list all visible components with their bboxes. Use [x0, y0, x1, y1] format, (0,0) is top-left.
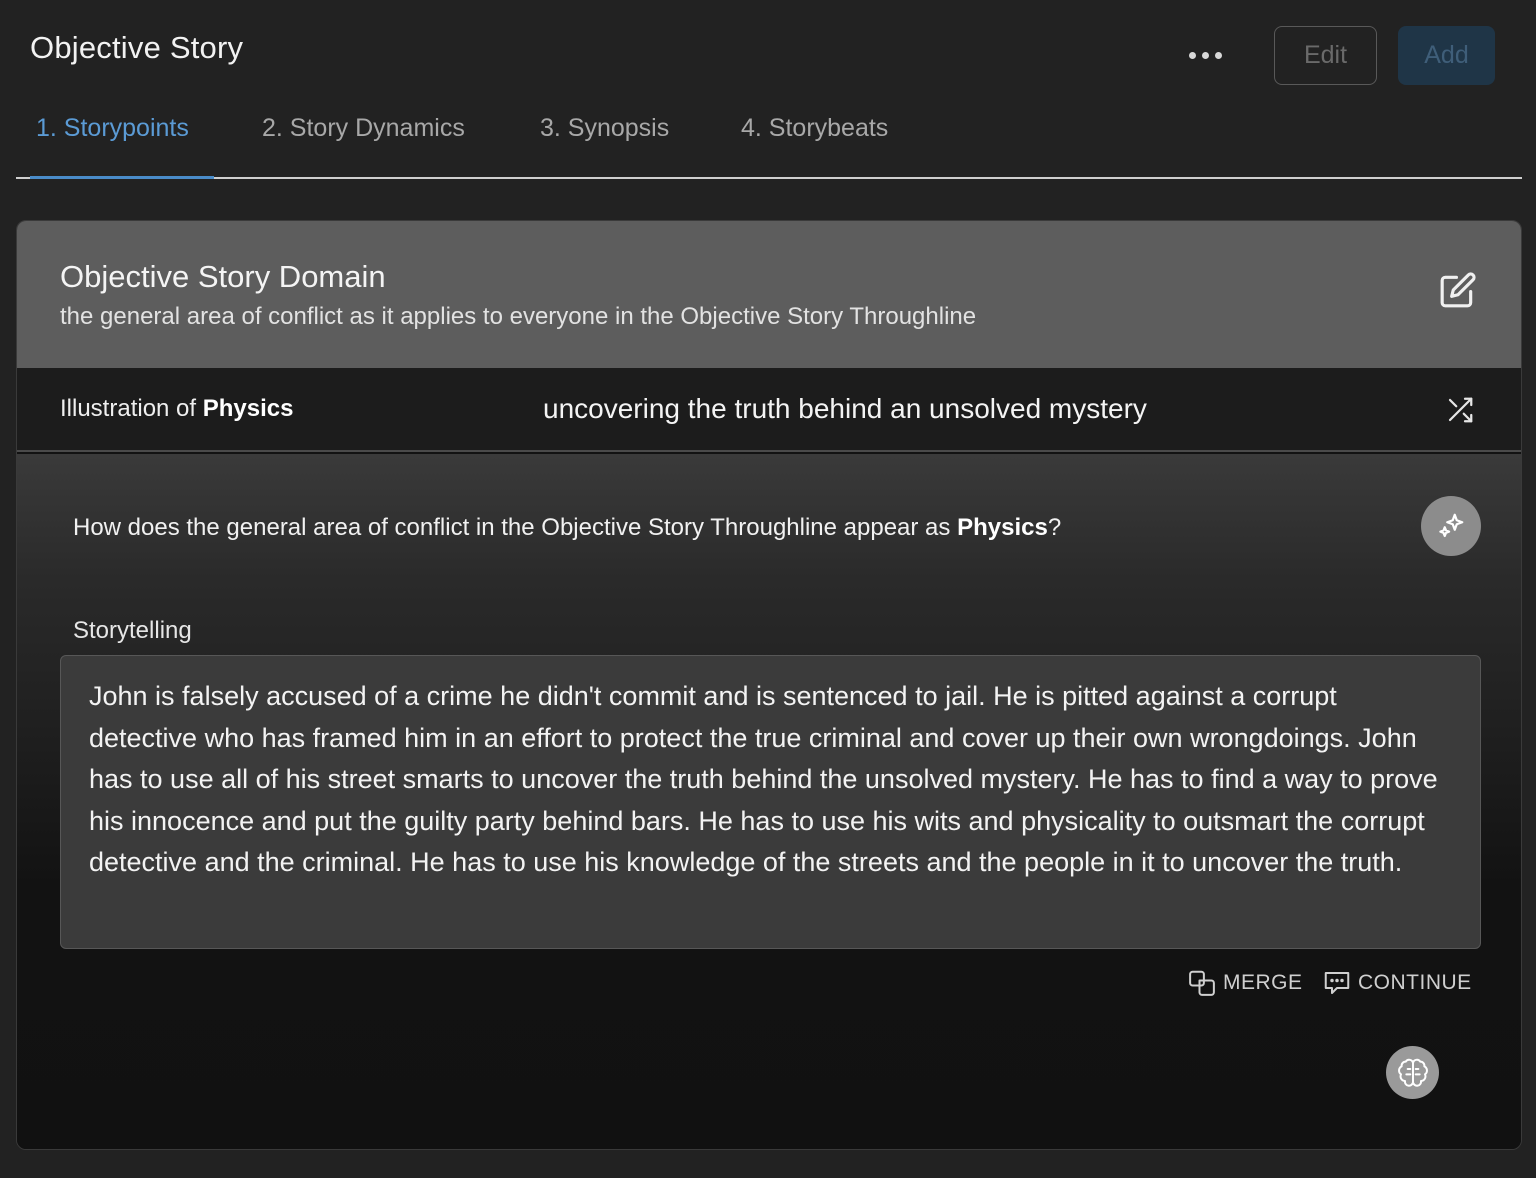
question-term: Physics [957, 514, 1048, 541]
brain-icon [1397, 1058, 1428, 1087]
edit-icon[interactable] [1439, 271, 1477, 309]
tab-synopsis[interactable]: 3. Synopsis [540, 114, 669, 143]
merge-icon [1189, 970, 1215, 996]
question-text: How does the general area of conflict in… [73, 514, 1061, 542]
card-subtitle: the general area of conflict as it appli… [60, 303, 977, 330]
merge-label: MERGE [1223, 971, 1303, 994]
chat-icon [1324, 972, 1350, 994]
more-horizontal-icon [1188, 51, 1196, 59]
storytelling-textarea[interactable]: John is falsely accused of a crime he di… [60, 655, 1481, 949]
tab-storybeats[interactable]: 4. Storybeats [741, 114, 888, 143]
card-header: Objective Story Domain the general area … [17, 221, 1521, 368]
active-tab-indicator [30, 176, 214, 179]
illustration-row: Illustration of Physics uncovering the t… [17, 368, 1521, 452]
more-dot [1214, 51, 1222, 59]
question-prefix: How does the general area of conflict in… [73, 514, 958, 541]
tab-storypoints[interactable]: 1. Storypoints [36, 114, 189, 143]
more-options-button[interactable] [1182, 40, 1228, 70]
add-button[interactable]: Add [1398, 26, 1495, 85]
storypoint-body: How does the general area of conflict in… [17, 454, 1521, 1149]
storytelling-label: Storytelling [73, 617, 192, 644]
ai-assist-button[interactable] [1386, 1046, 1439, 1099]
page-title: Objective Story [30, 30, 244, 65]
illustration-label: Illustration of Physics [60, 395, 293, 423]
illustration-prefix: Illustration of [60, 395, 203, 422]
illustration-term: Physics [202, 395, 294, 422]
merge-button[interactable]: MERGE [1187, 966, 1303, 1000]
more-dot [1201, 51, 1209, 59]
question-suffix: ? [1047, 514, 1062, 541]
continue-button[interactable]: CONTINUE [1322, 966, 1472, 1000]
shuffle-icon[interactable] [1444, 395, 1476, 425]
storypoint-card: Objective Story Domain the general area … [16, 220, 1522, 1150]
continue-label: CONTINUE [1358, 971, 1472, 994]
illustration-value: uncovering the truth behind an unsolved … [543, 393, 1147, 424]
tab-story-dynamics[interactable]: 2. Story Dynamics [262, 114, 465, 143]
card-title: Objective Story Domain [60, 259, 386, 294]
header: Objective Story Edit Add [0, 0, 1536, 100]
edit-button[interactable]: Edit [1274, 26, 1377, 85]
generate-button[interactable] [1421, 496, 1481, 556]
tab-bar: 1. Storypoints 2. Story Dynamics 3. Syno… [16, 100, 1522, 179]
sparkle-icon [1439, 513, 1464, 538]
